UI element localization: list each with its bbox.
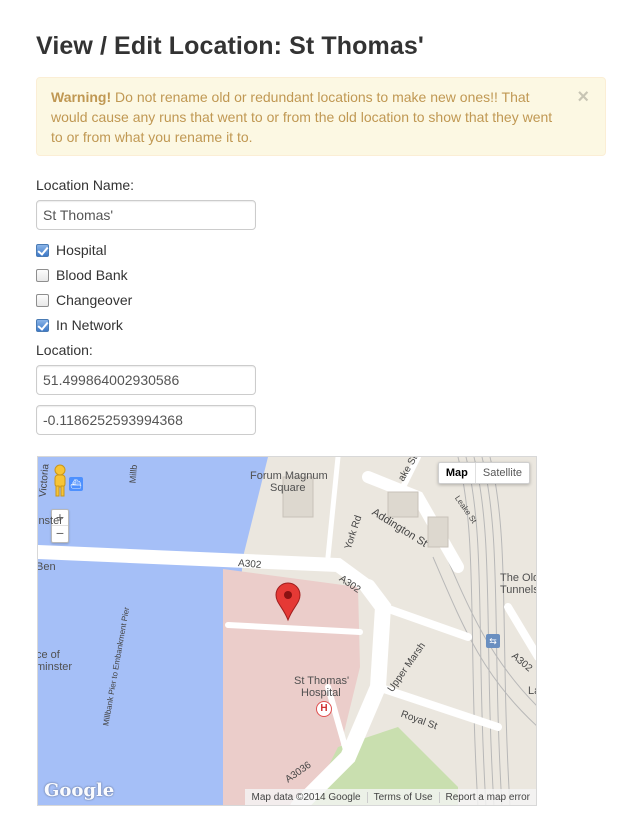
map-type-satellite-button[interactable]: Satellite [476, 463, 529, 483]
blood-bank-checkbox-label: Blood Bank [56, 267, 128, 283]
map-label-millb: Millb [127, 464, 140, 484]
location-name-input[interactable] [36, 200, 256, 230]
terms-of-use-link[interactable]: Terms of Use [366, 791, 439, 803]
in-network-checkbox[interactable] [36, 318, 49, 332]
map-label-hospital-name: St Thomas' [294, 675, 350, 687]
ferry-icon: ⛴ [69, 477, 83, 491]
map-label-square: Square [270, 482, 306, 494]
map-label-a302-left: A302 [237, 558, 262, 571]
pegman-icon[interactable] [50, 464, 70, 498]
map-type-control[interactable]: Map Satellite [437, 462, 530, 484]
close-icon[interactable]: × [577, 87, 589, 107]
checkbox-row-changeover[interactable]: Changeover [36, 290, 132, 310]
page: View / Edit Location: St Thomas' Warning… [0, 0, 638, 835]
hospital-icon: H [316, 701, 332, 717]
hospital-checkbox[interactable] [36, 243, 49, 257]
map-label-forum: Forum Magnum [250, 470, 328, 482]
location-name-label: Location Name: [36, 177, 135, 193]
map-footer: Map data ©2014 Google Terms of Use Repor… [245, 789, 536, 805]
in-network-checkbox-label: In Network [56, 317, 123, 333]
map-label-inster: inster [37, 515, 63, 527]
checkbox-row-in-network[interactable]: In Network [36, 315, 123, 335]
map-label-ben: Ben [37, 561, 56, 573]
map-label-hospital: Hospital [301, 687, 341, 699]
changeover-checkbox-label: Changeover [56, 292, 133, 308]
changeover-checkbox[interactable] [36, 293, 49, 307]
warning-text: Do not rename old or redundant locations… [51, 89, 553, 145]
map-label-ce-of: ce of [37, 649, 60, 661]
map-label-tunnels: Tunnels [500, 584, 537, 596]
rail-icon: ⇆ [486, 634, 500, 648]
warning-strong: Warning! [51, 89, 112, 105]
map-label-la: La [528, 685, 536, 697]
map-view[interactable]: ⛴ + − Map Satellite Forum Magnum Square … [37, 456, 537, 806]
longitude-input[interactable] [36, 405, 256, 435]
map-label-old: The Old [500, 572, 537, 584]
zoom-out-button[interactable]: − [52, 526, 68, 542]
latitude-input[interactable] [36, 365, 256, 395]
page-title: View / Edit Location: St Thomas' [36, 32, 424, 60]
map-data-attribution: Map data ©2014 Google [251, 791, 361, 803]
hospital-checkbox-label: Hospital [56, 242, 107, 258]
warning-alert: Warning! Do not rename old or redundant … [36, 77, 606, 156]
map-label-minster: minster [37, 661, 73, 673]
map-type-map-button[interactable]: Map [439, 463, 476, 483]
report-map-error-link[interactable]: Report a map error [438, 791, 536, 803]
location-label: Location: [36, 342, 93, 358]
checkbox-row-hospital[interactable]: Hospital [36, 240, 107, 260]
blood-bank-checkbox[interactable] [36, 268, 49, 282]
google-logo: Google [44, 780, 115, 801]
checkbox-row-blood-bank[interactable]: Blood Bank [36, 265, 128, 285]
